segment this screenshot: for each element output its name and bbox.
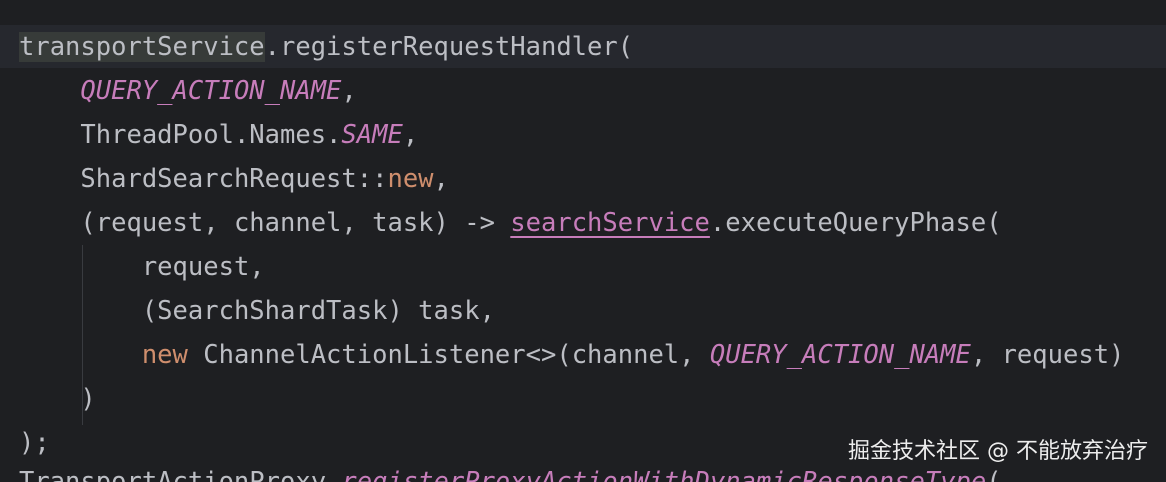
code-line-3[interactable]: ThreadPool.Names.SAME, <box>19 113 418 157</box>
code-line-6[interactable]: request, <box>19 245 265 289</box>
code-token: , <box>341 76 357 106</box>
code-token: .registerRequestHandler( <box>264 32 634 62</box>
code-line-7[interactable]: (SearchShardTask) task, <box>19 289 495 333</box>
code-line-5[interactable]: (request, channel, task) -> searchServic… <box>19 201 1002 245</box>
code-token: ); <box>19 428 50 458</box>
keyword-token: new <box>387 164 434 194</box>
code-token: , <box>433 164 449 194</box>
constant-token: QUERY_ACTION_NAME <box>709 340 971 370</box>
code-token: .executeQueryPhase( <box>709 208 1002 238</box>
code-token: TransportActionProxy. <box>19 467 342 482</box>
code-line-1[interactable]: transportService.registerRequestHandler( <box>19 25 633 69</box>
code-line-4[interactable]: ShardSearchRequest::new, <box>19 157 449 201</box>
code-token: ThreadPool.Names. <box>80 120 342 150</box>
code-token: (request, channel, task) -> <box>80 208 511 238</box>
code-line-2[interactable]: QUERY_ACTION_NAME, <box>19 69 357 113</box>
code-line-9[interactable]: ) <box>19 377 96 421</box>
keyword-token: new <box>141 340 188 370</box>
constant-token: QUERY_ACTION_NAME <box>80 76 342 106</box>
code-line-10[interactable]: ); <box>19 421 50 465</box>
code-token: , request) <box>970 340 1125 370</box>
watermark: 掘金技术社区 @ 不能放弃治疗 <box>848 439 1148 464</box>
code-token: request, <box>141 252 265 282</box>
code-token: , <box>402 120 419 150</box>
code-line-8[interactable]: new ChannelActionListener<>(channel, QUE… <box>19 333 1125 377</box>
identifier-highlight: transportService <box>19 32 265 62</box>
constant-token: SAME <box>341 120 403 150</box>
code-token: ShardSearchRequest:: <box>80 164 388 194</box>
field-token[interactable]: searchService <box>510 208 710 238</box>
code-editor[interactable]: transportService.registerRequestHandler(… <box>0 0 1166 482</box>
code-token: ) <box>80 384 96 414</box>
code-token: ChannelActionListener<>(channel, <box>187 340 710 370</box>
code-token: (SearchShardTask) task, <box>141 296 495 326</box>
